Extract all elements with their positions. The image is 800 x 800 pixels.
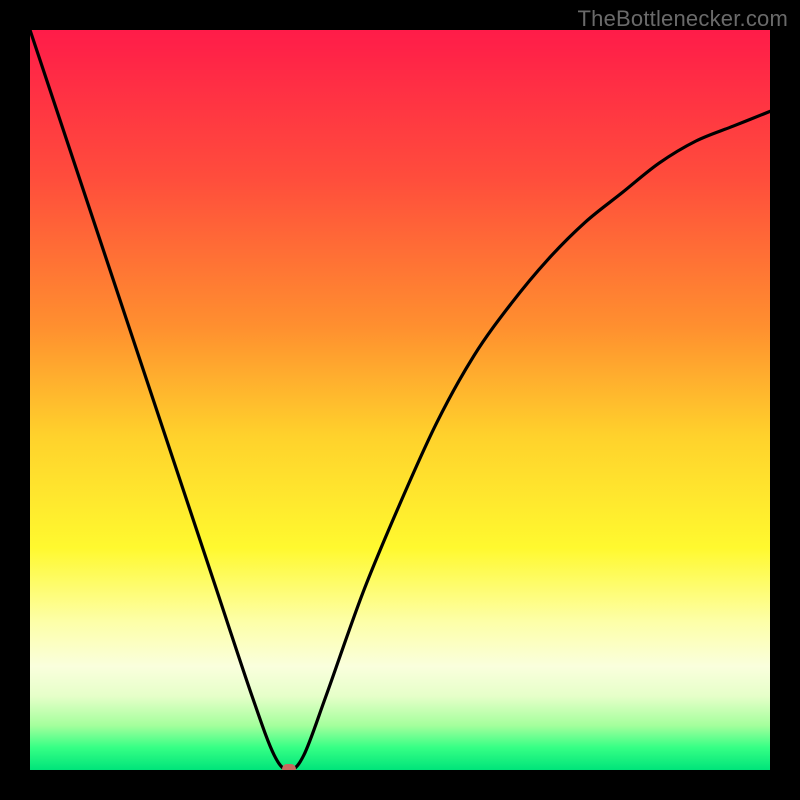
plot-area — [30, 30, 770, 770]
chart-frame: TheBottlenecker.com — [0, 0, 800, 800]
watermark-text: TheBottlenecker.com — [578, 6, 788, 32]
minimum-marker — [282, 764, 296, 770]
background-gradient — [30, 30, 770, 770]
